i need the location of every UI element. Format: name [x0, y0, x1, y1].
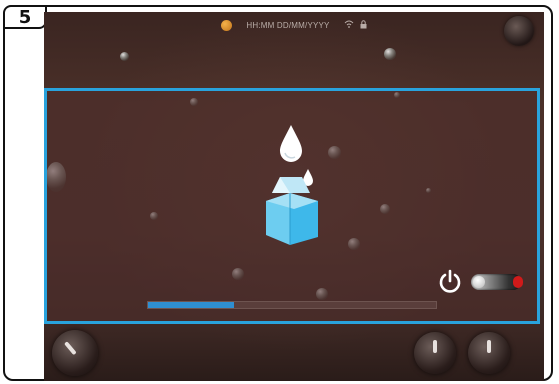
- descale-dialog: [44, 88, 540, 324]
- notification-dot-icon: [221, 19, 233, 31]
- progress-fill: [148, 302, 235, 308]
- power-icon: [439, 269, 461, 293]
- water-droplet: [384, 48, 396, 60]
- right-knob-1[interactable]: [414, 332, 456, 374]
- lock-icon: [360, 19, 367, 31]
- right-knob-2[interactable]: [468, 332, 510, 374]
- progress-bar: [147, 301, 437, 309]
- power-toggle[interactable]: [437, 269, 523, 295]
- device-screen: HH:MM DD/MM/YYYY: [44, 12, 544, 381]
- milk-carton-icon: [266, 125, 318, 245]
- switch-knob: [473, 276, 485, 288]
- power-switch[interactable]: [471, 274, 523, 290]
- left-selector-knob[interactable]: [52, 330, 98, 376]
- status-bar: HH:MM DD/MM/YYYY: [44, 12, 544, 38]
- water-droplet: [120, 52, 129, 61]
- switch-status-led: [513, 276, 523, 288]
- status-indicators: [344, 19, 367, 31]
- status-datetime: HH:MM DD/MM/YYYY: [246, 20, 330, 30]
- wifi-icon: [344, 20, 354, 30]
- top-right-dial[interactable]: [504, 16, 534, 46]
- step-number-badge: 5: [3, 5, 47, 29]
